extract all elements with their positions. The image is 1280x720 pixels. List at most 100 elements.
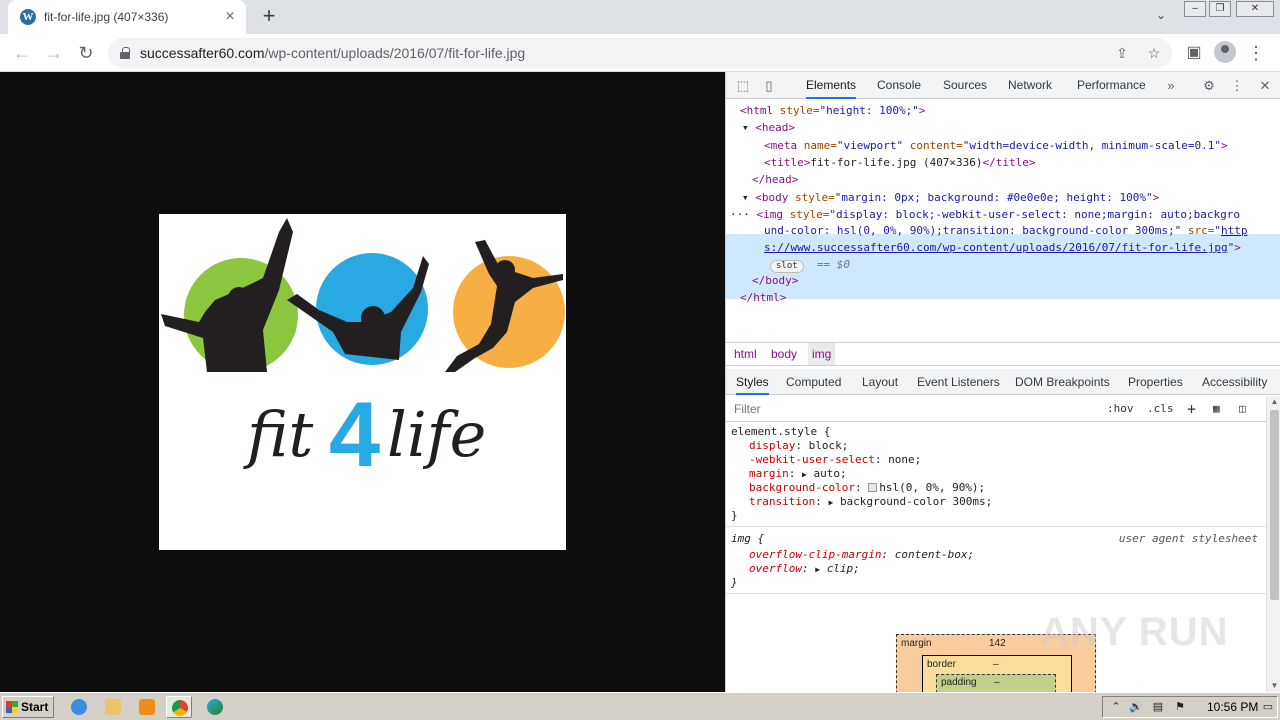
crumb-html[interactable]: html [730,343,761,365]
address-bar[interactable]: successafter60.com/wp-content/uploads/20… [108,38,1172,68]
dom-node-body-close[interactable]: </body> [752,272,798,289]
taskbar-media[interactable] [134,696,160,718]
dom-node-title[interactable]: <title>fit-for-life.jpg (407×336)</title… [764,154,1036,171]
inspect-element-icon[interactable]: ⬚ [734,77,752,95]
tray-expand-icon[interactable]: ⌃ [1109,700,1123,714]
dom-tree: <html style="height: 100%;"> ▾ <head> <m… [726,100,1280,340]
taskbar-edge[interactable] [202,696,228,718]
browser-tab[interactable]: W fit-for-life.jpg (407×336) × [8,0,246,34]
device-toolbar-icon[interactable]: ▯ [760,77,778,95]
dom-node-meta[interactable]: <meta name="viewport" content="width=dev… [764,137,1228,154]
share-icon[interactable]: ⇪ [1110,38,1134,68]
lock-icon[interactable] [120,47,130,59]
taskbar-ie[interactable] [66,696,92,718]
reload-icon[interactable]: ↻ [74,41,98,65]
minimize-button[interactable]: ‒ [1184,1,1206,17]
subtab-properties[interactable]: Properties [1128,369,1183,395]
taskbar-explorer[interactable] [100,696,126,718]
scroll-up-arrow-icon[interactable]: ▲ [1267,396,1280,408]
settings-gear-icon[interactable]: ⚙ [1200,77,1218,95]
dom-node-head-close[interactable]: </head> [752,171,798,188]
back-icon[interactable]: ← [10,41,34,65]
folder-icon [105,699,121,715]
styles-scrollbar[interactable]: ▲ ▼ [1266,396,1280,692]
scroll-down-arrow-icon[interactable]: ▼ [1267,680,1280,692]
start-button[interactable]: Start [2,696,54,718]
tab-search-chevron-icon[interactable]: ⌄ [1150,8,1172,26]
dom-node-img[interactable]: ··· <img style="display: block;-webkit-u… [730,206,1240,223]
subtab-styles[interactable]: Styles [736,369,769,395]
media-player-icon [139,699,155,715]
ua-img-selector: img { [731,532,765,545]
scroll-thumb[interactable] [1270,410,1279,600]
sidebar-toggle-icon[interactable]: ◫ [1239,400,1246,418]
dom-node-head[interactable]: ▾ <head> [742,119,795,136]
crumb-img[interactable]: img [808,343,836,365]
taskbar-clock[interactable]: 10:56 PM [1207,697,1258,717]
margin-value: 142 [989,638,1006,649]
anyrun-watermark: ANY RUN [1040,610,1229,654]
new-tab-button[interactable]: + [256,5,282,29]
url-text[interactable]: successafter60.com/wp-content/uploads/20… [140,45,525,61]
network-icon[interactable]: ▤ [1151,700,1165,714]
action-center-flag-icon[interactable]: ⚑ [1173,700,1187,714]
style-prop-user-select[interactable]: -webkit-user-select: none; [749,453,921,467]
dom-node-img-cont[interactable]: und-color: hsl(0, 0%, 90%);transition: b… [764,222,1247,239]
close-devtools-icon[interactable]: ✕ [1256,77,1274,95]
border-value: – [993,659,999,670]
subtab-accessibility[interactable]: Accessibility [1202,369,1267,395]
tab-console[interactable]: Console [877,72,921,99]
devtools-menu-icon[interactable]: ⋮ [1228,77,1246,95]
forward-icon[interactable]: → [42,41,66,65]
cls-toggle[interactable]: .cls [1147,400,1174,418]
styles-subtab-bar: Styles Computed Layout Event Listeners D… [726,369,1280,395]
side-panel-icon[interactable]: ▣ [1182,41,1206,65]
tab-performance[interactable]: Performance [1077,72,1146,99]
more-tabs-icon[interactable]: » [1162,77,1180,95]
style-prop-transition[interactable]: transition: ▶ background-color 300ms; [749,495,992,509]
style-prop-display[interactable]: display: block; [749,439,848,453]
taskbar-chrome[interactable] [166,696,192,718]
dom-node-img-src[interactable]: s://www.successafter60.com/wp-content/up… [764,239,1241,256]
system-tray: ⌃ 🔊 ▤ ⚑ 10:56 PM ▭ [1102,696,1278,718]
tab-sources[interactable]: Sources [943,72,987,99]
tab-elements[interactable]: Elements [806,72,857,99]
paint-icon[interactable]: ▦ [1213,400,1220,418]
windows-taskbar: Start ⌃ 🔊 ▤ ⚑ 10:56 PM ▭ [0,692,1280,720]
dom-node-body[interactable]: ▾ <body style="margin: 0px; background: … [742,189,1159,206]
logo-text-life: life [387,398,486,471]
profile-avatar[interactable] [1214,41,1236,63]
dom-node-html-close[interactable]: </html> [740,289,786,306]
crumb-body[interactable]: body [767,343,801,365]
fit4life-logo: fit 4 life [161,218,565,486]
subtab-layout[interactable]: Layout [862,369,898,395]
menu-kebab-icon[interactable]: ⋮ [1244,41,1268,65]
close-tab-icon[interactable]: × [222,9,238,25]
devtools-tab-bar: ⬚ ▯ Elements Console Sources Network Per… [726,72,1280,99]
dom-slot-badge[interactable]: slot == $0 [770,256,850,273]
logo-text-fit: fit [243,398,313,471]
element-style-selector: element.style { [731,425,831,438]
subtab-dom-breakpoints[interactable]: DOM Breakpoints [1015,369,1110,395]
close-window-button[interactable]: ✕ [1236,1,1274,17]
breadcrumb: html body img [726,342,1280,366]
color-swatch[interactable] [868,483,878,492]
restore-button[interactable]: ❐ [1209,1,1231,17]
styles-filter-input[interactable] [730,399,1100,419]
new-rule-icon[interactable]: + [1187,400,1196,418]
margin-label: margin [901,638,932,649]
hov-toggle[interactable]: :hov [1107,400,1134,418]
tab-network[interactable]: Network [1008,72,1052,99]
subtab-event-listeners[interactable]: Event Listeners [917,369,1000,395]
bookmark-star-icon[interactable]: ☆ [1142,38,1166,68]
volume-icon[interactable]: 🔊 [1129,700,1143,714]
ua-rule-close: } [731,576,738,589]
dom-node-html[interactable]: <html style="height: 100%;"> [740,102,925,119]
style-prop-background-color[interactable]: background-color: hsl(0, 0%, 90%); [749,481,985,495]
padding-value: – [994,677,1000,688]
subtab-computed[interactable]: Computed [786,369,841,395]
style-prop-margin[interactable]: margin: ▶ auto; [749,467,847,481]
edge-icon [207,699,223,715]
show-desktop-icon[interactable]: ▭ [1261,700,1275,714]
ua-prop-overflow: overflow: ▶ clip; [749,562,860,575]
